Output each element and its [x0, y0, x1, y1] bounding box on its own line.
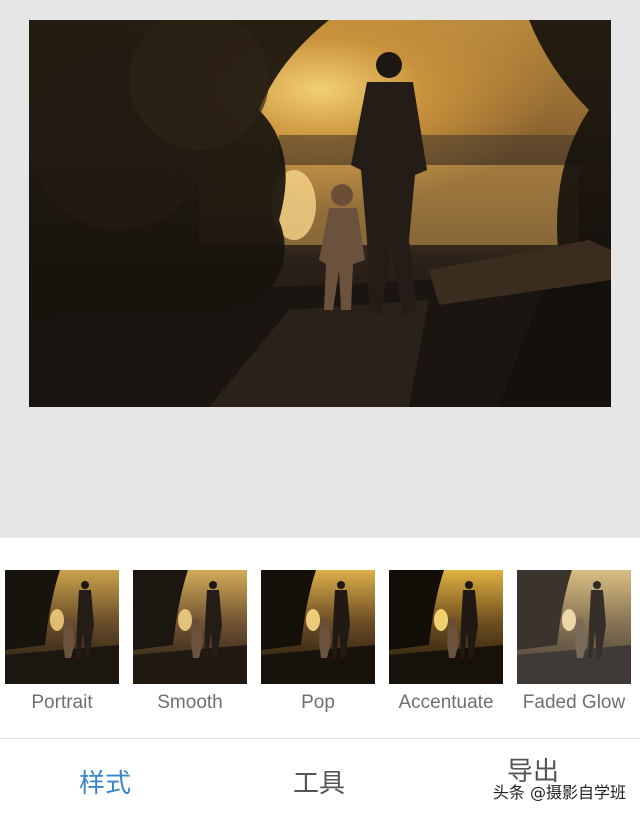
photo-silhouette	[29, 20, 611, 407]
filter-thumbnail	[517, 570, 631, 684]
filter-smooth[interactable]: Smooth	[133, 570, 247, 714]
filter-accentuate[interactable]: Accentuate	[389, 570, 503, 714]
bottom-tab-bar: 样式 工具 导出 头条 @摄影自学班	[0, 739, 640, 813]
filter-thumbnail	[5, 570, 119, 684]
filter-label: Smooth	[157, 692, 223, 713]
filter-pop[interactable]: Pop	[261, 570, 375, 714]
edit-panel: Portrait Smooth Pop Accentuate Faded Glo…	[0, 538, 640, 813]
watermark: 头条 @摄影自学班	[492, 783, 626, 802]
filter-label: Accentuate	[398, 692, 494, 713]
filter-label: Faded Glow	[522, 692, 626, 713]
filter-thumbnail	[261, 570, 375, 684]
filter-thumbnail	[389, 570, 503, 684]
filter-strip[interactable]: Portrait Smooth Pop Accentuate Faded Glo…	[0, 570, 640, 725]
filter-label: Pop	[301, 692, 335, 713]
filter-portrait[interactable]: Portrait	[5, 570, 119, 714]
tab-style[interactable]: 样式	[79, 763, 131, 800]
filter-faded-glow[interactable]: Faded Glow	[517, 570, 631, 714]
photo-preview[interactable]	[29, 20, 611, 407]
filter-label: Portrait	[31, 692, 93, 713]
image-canvas	[0, 0, 640, 538]
tab-tools[interactable]: 工具	[293, 763, 345, 800]
filter-thumbnail	[133, 570, 247, 684]
